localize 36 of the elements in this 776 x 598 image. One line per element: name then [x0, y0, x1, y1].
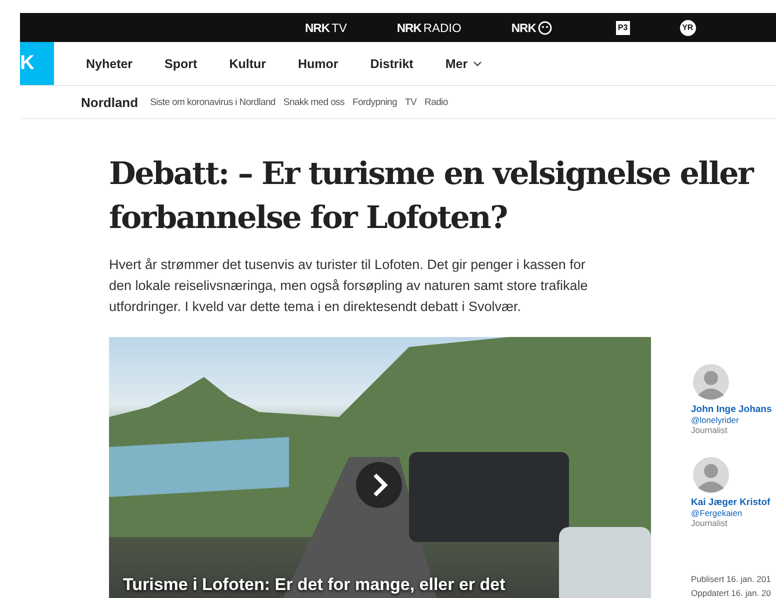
play-icon[interactable] [355, 461, 403, 509]
author-role: Journalist [691, 425, 728, 435]
nav-link[interactable]: Distrikt [370, 56, 414, 70]
nav-link[interactable]: Sport [164, 56, 198, 70]
author-handle[interactable]: @Fergekaien [691, 508, 775, 518]
subnav-link[interactable]: Snakk med oss [283, 96, 344, 108]
nrk-logo[interactable]: NRK [511, 20, 536, 34]
nrk-logo[interactable]: NRK [396, 20, 422, 34]
avatar-icon [693, 364, 729, 400]
nrk-logo[interactable]: NRK [305, 20, 330, 34]
avatar-icon [693, 457, 729, 493]
nav-link[interactable]: Kultur [229, 56, 266, 70]
section-title[interactable]: Nordland [81, 94, 138, 110]
article-lead: Hvert år strømmer det tusenvis av turister til Lofoten. Det gir penger i kassen for den lokale reiselivsnæringa, men også forsøpling av naturen samt store trafikale utfordringer. I kveld var dette tema i en direktesendt debatt i Svolvær. [109, 256, 589, 316]
service-link[interactable]: TV [332, 20, 347, 34]
author-role: Journalist [691, 518, 728, 528]
p3-logo[interactable]: P3 [616, 20, 630, 34]
author-name[interactable]: Kai Jæger Kristof [691, 497, 775, 508]
video-caption: Turisme i Lofoten: Er det for mange, eller er det [123, 575, 506, 595]
smiley-icon[interactable] [538, 20, 552, 34]
author-name[interactable]: John Inge Johans [691, 404, 775, 415]
subnav-link[interactable]: Radio [424, 96, 448, 108]
nav-link[interactable]: Humor [298, 56, 338, 70]
chevron-down-icon [472, 60, 482, 66]
subnav-link[interactable]: Fordypning [352, 96, 397, 108]
nav-link[interactable]: Mer [445, 56, 482, 70]
published-date: Publisert 16. jan. 201 [691, 573, 772, 586]
article-title: Debatt: – Er turisme en velsignelse eller forbannelse for Lofoten? [109, 155, 754, 238]
subnav-link[interactable]: TV [404, 96, 417, 108]
nav-link[interactable]: Nyheter [86, 56, 133, 70]
author-handle[interactable]: @lonelyrider [691, 415, 775, 425]
subnav-link[interactable]: Siste om koronavirus i Nordland [150, 96, 276, 108]
updated-date: Oppdatert 16. jan. 20 [691, 587, 772, 598]
service-link[interactable]: RADIO [423, 20, 462, 34]
yr-logo[interactable]: YR [680, 20, 696, 36]
video-player[interactable]: Turisme i Lofoten: Er det for mange, eller er det [109, 337, 651, 598]
